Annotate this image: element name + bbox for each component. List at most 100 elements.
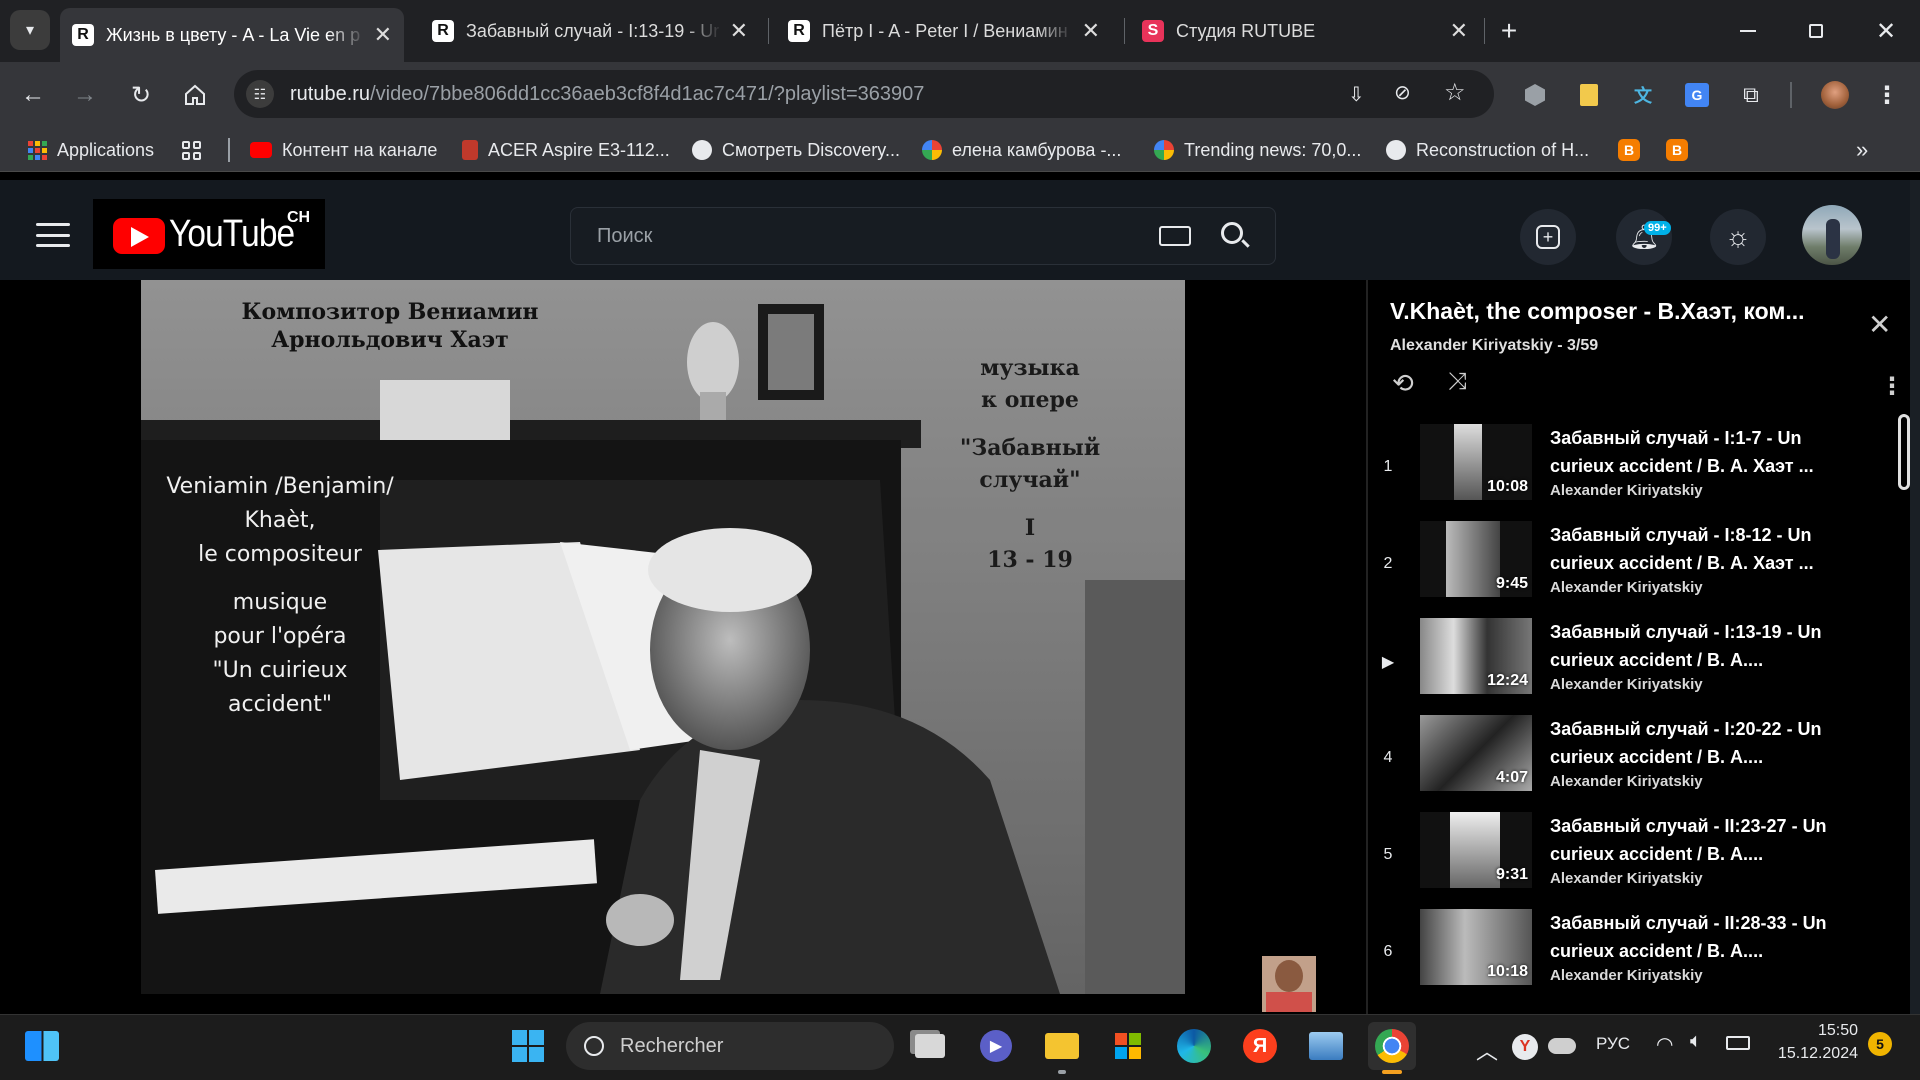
extensions-menu-button[interactable]: ⧉	[1736, 80, 1766, 110]
browser-menu-button[interactable]: ⋮	[1872, 80, 1902, 110]
close-tab-icon[interactable]: ✕	[374, 22, 392, 48]
forward-button[interactable]: →	[70, 80, 100, 110]
site-info-icon[interactable]: ☷	[246, 80, 274, 108]
playlist-item[interactable]: 5 9:31 Забавный случай - II:23-27 - Un c…	[1368, 808, 1912, 904]
playlist-item-thumbnail: 9:31	[1420, 812, 1532, 888]
file-explorer-button[interactable]	[1038, 1022, 1086, 1070]
close-window-button[interactable]: ✕	[1868, 14, 1904, 48]
home-button[interactable]	[180, 80, 210, 110]
search-icon[interactable]	[1221, 222, 1243, 244]
user-avatar[interactable]	[1802, 205, 1862, 265]
playlist-item-title: Забавный случай - II:23-27 - Un curieux …	[1550, 816, 1827, 864]
chrome-button[interactable]	[1368, 1022, 1416, 1070]
playlist-item[interactable]: 2 9:45 Забавный случай - I:8-12 - Un cur…	[1368, 517, 1912, 613]
restore-window-button[interactable]	[1798, 14, 1834, 48]
teams-button[interactable]: ▶	[972, 1022, 1020, 1070]
monitor-app-icon	[1309, 1032, 1343, 1060]
taskbar-search-box[interactable]: Rechercher	[566, 1022, 894, 1070]
shield-icon	[1525, 84, 1545, 106]
network-app-button[interactable]	[1302, 1022, 1350, 1070]
show-hidden-icons-button[interactable]: ︿	[1476, 1034, 1498, 1066]
bookmark-blogger-2[interactable]: B	[1666, 135, 1688, 165]
tab-zabavny-sluchai[interactable]: R Забавный случай - I:13-19 - Ur ✕	[420, 10, 760, 52]
extension-shield-button[interactable]	[1520, 80, 1550, 110]
caption-opera-ru: музыка к опере "Забавный случай" I 13 - …	[920, 352, 1140, 576]
playlist-item-current[interactable]: ▶ 12:24 Забавный случай - I:13-19 - Un c…	[1368, 614, 1912, 710]
minimize-window-button[interactable]	[1730, 14, 1766, 48]
start-button[interactable]	[504, 1022, 552, 1070]
bookmark-trending-news[interactable]: Trending news: 70,0...	[1154, 135, 1361, 165]
yandex-browser-button[interactable]: Я	[1236, 1022, 1284, 1070]
install-app-icon[interactable]: ⇩	[1348, 82, 1365, 107]
search-input[interactable]: Поиск	[597, 225, 652, 248]
close-tab-icon[interactable]: ✕	[1082, 18, 1100, 44]
notification-count-badge[interactable]: 5	[1868, 1032, 1892, 1056]
extension-translate-text-button[interactable]: 文	[1628, 80, 1658, 110]
hamburger-icon-line	[36, 233, 70, 237]
tab-la-vie-en-rose[interactable]: R Жизнь в цвету - A - La Vie en p ✕	[60, 8, 404, 62]
microsoft-store-button[interactable]	[1104, 1022, 1152, 1070]
bookmark-discovery[interactable]: Смотреть Discovery...	[692, 135, 900, 165]
restore-icon	[1809, 24, 1823, 38]
caption-line: Композитор Вениамин	[241, 299, 539, 325]
back-button[interactable]: ←	[18, 80, 48, 110]
profile-button[interactable]	[1820, 80, 1850, 110]
close-tab-icon[interactable]: ✕	[730, 18, 748, 44]
playlist-scrollbar-thumb[interactable]	[1898, 414, 1910, 490]
video-player[interactable]: Композитор Вениамин Арнольдович Хаэт Ven…	[0, 280, 1332, 1014]
search-box[interactable]: Поиск	[570, 207, 1276, 265]
bookmark-applications[interactable]: Applications	[28, 135, 154, 165]
reload-button[interactable]: ↻	[126, 80, 156, 110]
clock-date[interactable]: 15.12.2024	[1772, 1045, 1858, 1063]
tab-peter-i[interactable]: R Пётр I - A - Peter I / Вениамин ✕	[776, 10, 1112, 52]
bookmark-kamburova[interactable]: елена камбурова -...	[922, 135, 1121, 165]
address-bar[interactable]: ☷ rutube.ru/video/7bbe806dd1cc36aeb3cf8f…	[234, 70, 1494, 118]
playlist-item-duration: 9:31	[1495, 866, 1528, 883]
clock-time[interactable]: 15:50	[1812, 1022, 1858, 1040]
battery-icon[interactable]	[1726, 1036, 1750, 1050]
playlist-item[interactable]: 4 4:07 Забавный случай - I:20-22 - Un cu…	[1368, 711, 1912, 807]
theme-toggle-button[interactable]: ☼	[1710, 209, 1766, 265]
bookmark-blogger-1[interactable]: B	[1618, 135, 1640, 165]
youtube-icon	[250, 142, 272, 158]
hamburger-menu-button[interactable]	[36, 220, 70, 250]
playlist-item-number: 5	[1383, 846, 1393, 863]
extension-notes-button[interactable]	[1574, 80, 1604, 110]
cloud-tray-icon[interactable]	[1548, 1038, 1576, 1054]
shuffle-button[interactable]: ⤨	[1448, 368, 1467, 396]
bookmark-reconstruction[interactable]: Reconstruction of H...	[1386, 135, 1589, 165]
upload-button[interactable]: +	[1520, 209, 1576, 265]
edge-button[interactable]	[1170, 1022, 1218, 1070]
input-language[interactable]: РУС	[1596, 1034, 1630, 1054]
caption-line: Veniamin /Benjamin/	[166, 474, 394, 499]
wifi-icon[interactable]: ◠	[1656, 1032, 1673, 1057]
tab-studio-rutube[interactable]: S Студия RUTUBE ✕	[1130, 10, 1480, 52]
extension-google-translate-button[interactable]: G	[1682, 80, 1712, 110]
double-chevron-right-icon: »	[1856, 137, 1869, 162]
yandex-tray-icon[interactable]: Y	[1512, 1034, 1538, 1060]
site-logo[interactable]: YouTube CH	[93, 199, 325, 269]
bookmark-label: Контент на канале	[282, 139, 438, 160]
close-playlist-button[interactable]: ✕	[1868, 308, 1891, 341]
tab-search-button[interactable]: ▾	[10, 10, 50, 50]
bookmarks-overflow-button[interactable]: »	[1856, 135, 1868, 165]
tracking-blocked-icon[interactable]: ⊘	[1394, 80, 1411, 105]
bookmark-tab-groups[interactable]	[182, 135, 201, 165]
close-tab-icon[interactable]: ✕	[1450, 18, 1468, 44]
widgets-button[interactable]	[18, 1022, 66, 1070]
notifications-button[interactable]: 🔔︎ 99+	[1616, 209, 1672, 265]
blogger-icon: B	[1618, 139, 1640, 161]
bookmark-channel-content[interactable]: Контент на канале	[250, 135, 437, 165]
playlist-item[interactable]: 6 10:18 Забавный случай - II:28-33 - Un …	[1368, 905, 1912, 1001]
repeat-button[interactable]: ⟲	[1392, 368, 1414, 399]
keyboard-icon[interactable]	[1159, 226, 1191, 246]
playlist-item-author: Alexander Kiriyatskiy	[1550, 967, 1703, 984]
bookmark-acer-aspire[interactable]: ACER Aspire E3-112...	[462, 135, 670, 165]
volume-icon[interactable]: 🔈︎	[1690, 1030, 1702, 1053]
new-tab-button[interactable]: +	[1494, 14, 1524, 48]
playlist-item[interactable]: 1 10:08 Забавный случай - I:1-7 - Un cur…	[1368, 420, 1912, 516]
task-view-button[interactable]	[906, 1022, 954, 1070]
playlist-item-number: 1	[1383, 458, 1393, 475]
bookmark-star-icon[interactable]: ☆	[1444, 78, 1466, 107]
playlist-menu-button[interactable]: ⋮	[1880, 372, 1904, 401]
